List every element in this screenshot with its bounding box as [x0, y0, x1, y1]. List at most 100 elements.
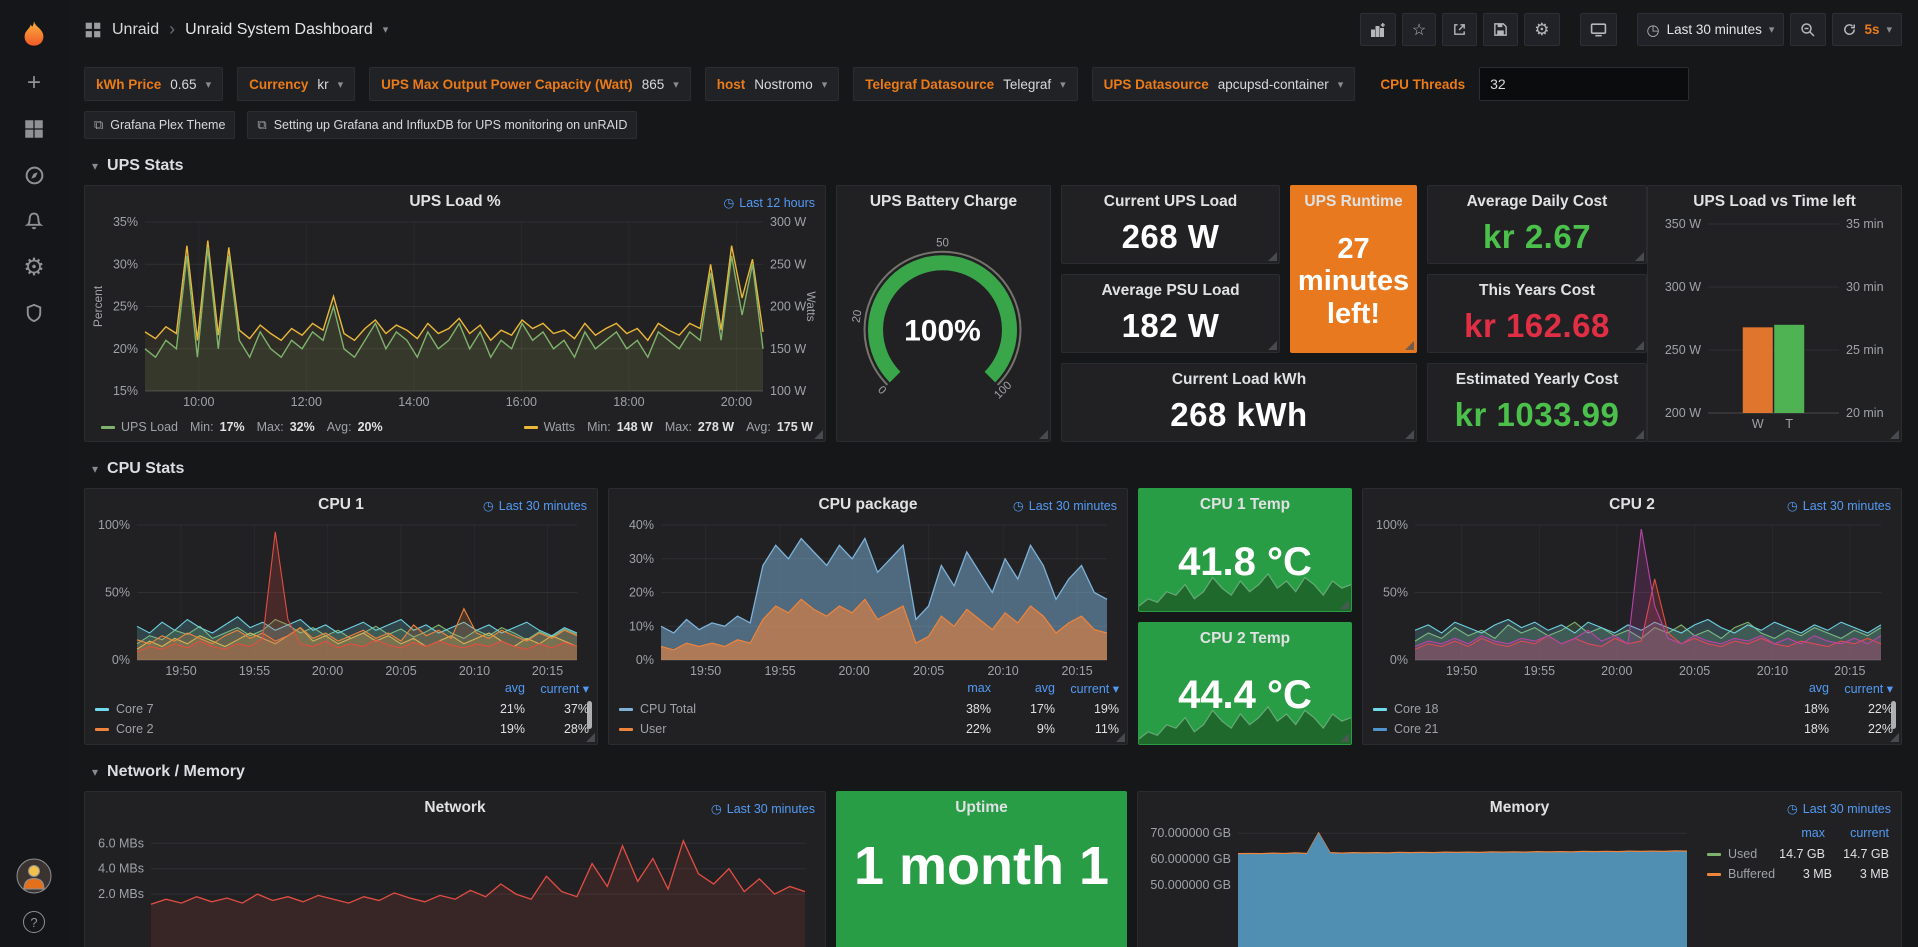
legend-series[interactable]: WattsMin:148 WMax:278 WAvg:175 W [524, 420, 813, 434]
panel-resize-handle[interactable] [1039, 430, 1048, 439]
add-panel-button[interactable] [1360, 13, 1396, 46]
explore-button[interactable] [11, 152, 57, 198]
share-button[interactable] [1442, 13, 1477, 46]
panel-title[interactable]: Estimated Yearly Cost [1428, 364, 1646, 389]
legend-series[interactable]: CPU Total38%17%19% [619, 699, 1119, 719]
panel-title[interactable]: This Years Cost [1428, 275, 1646, 300]
variable-ups-datasource[interactable]: UPS Datasource apcupsd-container ▾ [1092, 67, 1356, 101]
legend-series[interactable]: Core 219%28% [95, 719, 589, 739]
svg-text:10%: 10% [629, 619, 654, 633]
panel-resize-handle[interactable] [1268, 341, 1277, 350]
row-header-network-memory[interactable]: ▾ Network / Memory [84, 753, 1902, 791]
legend-series[interactable]: Core 2118%22% [1373, 719, 1893, 739]
panel-resize-handle[interactable] [1635, 252, 1644, 261]
grafana-logo-icon[interactable] [11, 10, 57, 60]
panel-title[interactable]: UPS Load vs Time left [1648, 186, 1901, 211]
legend-scrollbar[interactable] [587, 701, 592, 729]
ups-load-chart[interactable]: 10:0012:0014:0016:0018:0020:0015%20%25%3… [89, 216, 819, 411]
panel-resize-handle[interactable] [1340, 733, 1349, 742]
network-chart[interactable]: 2.0 MBs4.0 MBs6.0 MBs [89, 822, 819, 947]
variable-ups-max-output[interactable]: UPS Max Output Power Capacity (Watt) 865… [369, 67, 691, 101]
panel-title[interactable]: UPS Load % [85, 186, 825, 211]
dashboard-settings-button[interactable]: ⚙ [1524, 13, 1559, 46]
help-button[interactable]: ? [23, 911, 45, 933]
cpu2-chart[interactable]: 19:5019:5520:0020:0520:1020:150%50%100% [1367, 519, 1895, 680]
user-avatar[interactable] [11, 853, 57, 899]
variable-host[interactable]: host Nostromo ▾ [705, 67, 840, 101]
dashboard-title[interactable]: Unraid System Dashboard [185, 21, 373, 39]
variable-value[interactable]: Nostromo [754, 77, 813, 92]
panel-title[interactable]: Current UPS Load [1062, 186, 1279, 211]
cycle-view-button[interactable] [1580, 13, 1617, 46]
panel-resize-handle[interactable] [1405, 430, 1414, 439]
panel-resize-handle[interactable] [1635, 341, 1644, 350]
row-header-cpu-stats[interactable]: ▾ CPU Stats [84, 450, 1902, 488]
ups-bars-chart[interactable]: 200 W250 W300 W350 W20 min25 min30 min35… [1652, 216, 1895, 433]
alerting-button[interactable] [11, 198, 57, 244]
panel-title[interactable]: Average PSU Load [1062, 275, 1279, 300]
panel-title[interactable]: UPS Runtime [1291, 186, 1416, 211]
legend-scrollbar[interactable] [1891, 701, 1896, 729]
cpu-package-chart[interactable]: 19:5019:5520:0020:0520:1020:150%10%20%30… [613, 519, 1121, 680]
svg-text:0: 0 [875, 384, 888, 397]
variable-value[interactable]: Telegraf [1003, 77, 1051, 92]
row-header-ups-stats[interactable]: ▾ UPS Stats [84, 147, 1902, 185]
panel-title[interactable]: Current Load kWh [1062, 364, 1416, 389]
panel-title[interactable]: UPS Battery Charge [837, 186, 1050, 211]
variable-value[interactable]: kr [317, 77, 328, 92]
cpu-threads-input[interactable] [1479, 67, 1689, 101]
cpu1-chart[interactable]: 19:5019:5520:0020:0520:1020:150%50%100% [89, 519, 591, 680]
caret-down-icon: ▾ [1886, 23, 1892, 36]
create-button[interactable]: + [11, 60, 57, 106]
legend-series[interactable]: Buffered3 MB3 MB [1707, 864, 1889, 884]
svg-text:20:15: 20:15 [1061, 664, 1092, 678]
panel-resize-handle[interactable] [586, 733, 595, 742]
variable-value[interactable]: 865 [642, 77, 665, 92]
dashboards-button[interactable] [11, 106, 57, 152]
breadcrumb-app[interactable]: Unraid [112, 21, 159, 39]
variable-kwh-price[interactable]: kWh Price 0.65 ▾ [84, 67, 223, 101]
time-badge-label: Last 30 minutes [1803, 802, 1891, 816]
save-button[interactable] [1483, 13, 1518, 46]
time-range-picker[interactable]: ◷ Last 30 minutes ▾ [1637, 13, 1785, 46]
panel-title[interactable]: Uptime [837, 792, 1126, 817]
caret-down-icon[interactable]: ▾ [383, 23, 389, 36]
legend-series[interactable]: Used14.7 GB14.7 GB [1707, 844, 1889, 864]
legend-series[interactable]: UPS LoadMin:17%Max:32%Avg:20% [101, 420, 383, 434]
chart-svg: 19:5019:5520:0020:0520:1020:150%50%100% [1367, 519, 1895, 680]
panel-resize-handle[interactable] [1890, 430, 1899, 439]
zoom-out-button[interactable] [1790, 13, 1826, 46]
sidebar: + ⚙ ? [0, 0, 68, 947]
panel-resize-handle[interactable] [1340, 600, 1349, 609]
panel-resize-handle[interactable] [1890, 733, 1899, 742]
battery-gauge[interactable]: 02050100100% [841, 220, 1044, 431]
panel-resize-handle[interactable] [1635, 430, 1644, 439]
variable-value[interactable]: 0.65 [170, 77, 196, 92]
memory-chart[interactable]: 50.000000 GB60.000000 GB70.000000 GB [1142, 822, 1701, 947]
panel-resize-handle[interactable] [814, 430, 823, 439]
link-grafana-plex-theme[interactable]: ⧉ Grafana Plex Theme [84, 111, 235, 139]
panel-resize-handle[interactable] [1116, 733, 1125, 742]
panel-resize-handle[interactable] [1268, 252, 1277, 261]
row-title: UPS Stats [107, 157, 183, 175]
legend-series[interactable]: Core 1818%22% [1373, 699, 1893, 719]
variable-telegraf-datasource[interactable]: Telegraf Datasource Telegraf ▾ [853, 67, 1077, 101]
cpu1-temp-sparkline [1139, 569, 1351, 611]
star-button[interactable]: ☆ [1402, 13, 1436, 46]
panel-resize-handle[interactable] [1405, 341, 1414, 350]
server-admin-button[interactable] [11, 290, 57, 336]
top-navbar: Unraid › Unraid System Dashboard ▾ ☆ [68, 0, 1918, 59]
legend-series[interactable]: Core 721%37% [95, 699, 589, 719]
cpu2-temp-sparkline [1139, 702, 1351, 744]
link-ups-monitoring-guide[interactable]: ⧉ Setting up Grafana and InfluxDB for UP… [247, 111, 637, 139]
refresh-picker[interactable]: 5s ▾ [1832, 13, 1902, 46]
variable-currency[interactable]: Currency kr ▾ [237, 67, 355, 101]
panel-title[interactable]: Average Daily Cost [1428, 186, 1646, 211]
legend-series[interactable]: User22%9%11% [619, 719, 1119, 739]
configuration-button[interactable]: ⚙ [11, 244, 57, 290]
panel-title[interactable]: CPU 2 Temp [1139, 623, 1351, 648]
row-title: CPU Stats [107, 460, 184, 478]
panel-title[interactable]: CPU 1 Temp [1139, 489, 1351, 514]
time-badge-label: Last 30 minutes [1029, 499, 1117, 513]
variable-value[interactable]: apcupsd-container [1218, 77, 1329, 92]
